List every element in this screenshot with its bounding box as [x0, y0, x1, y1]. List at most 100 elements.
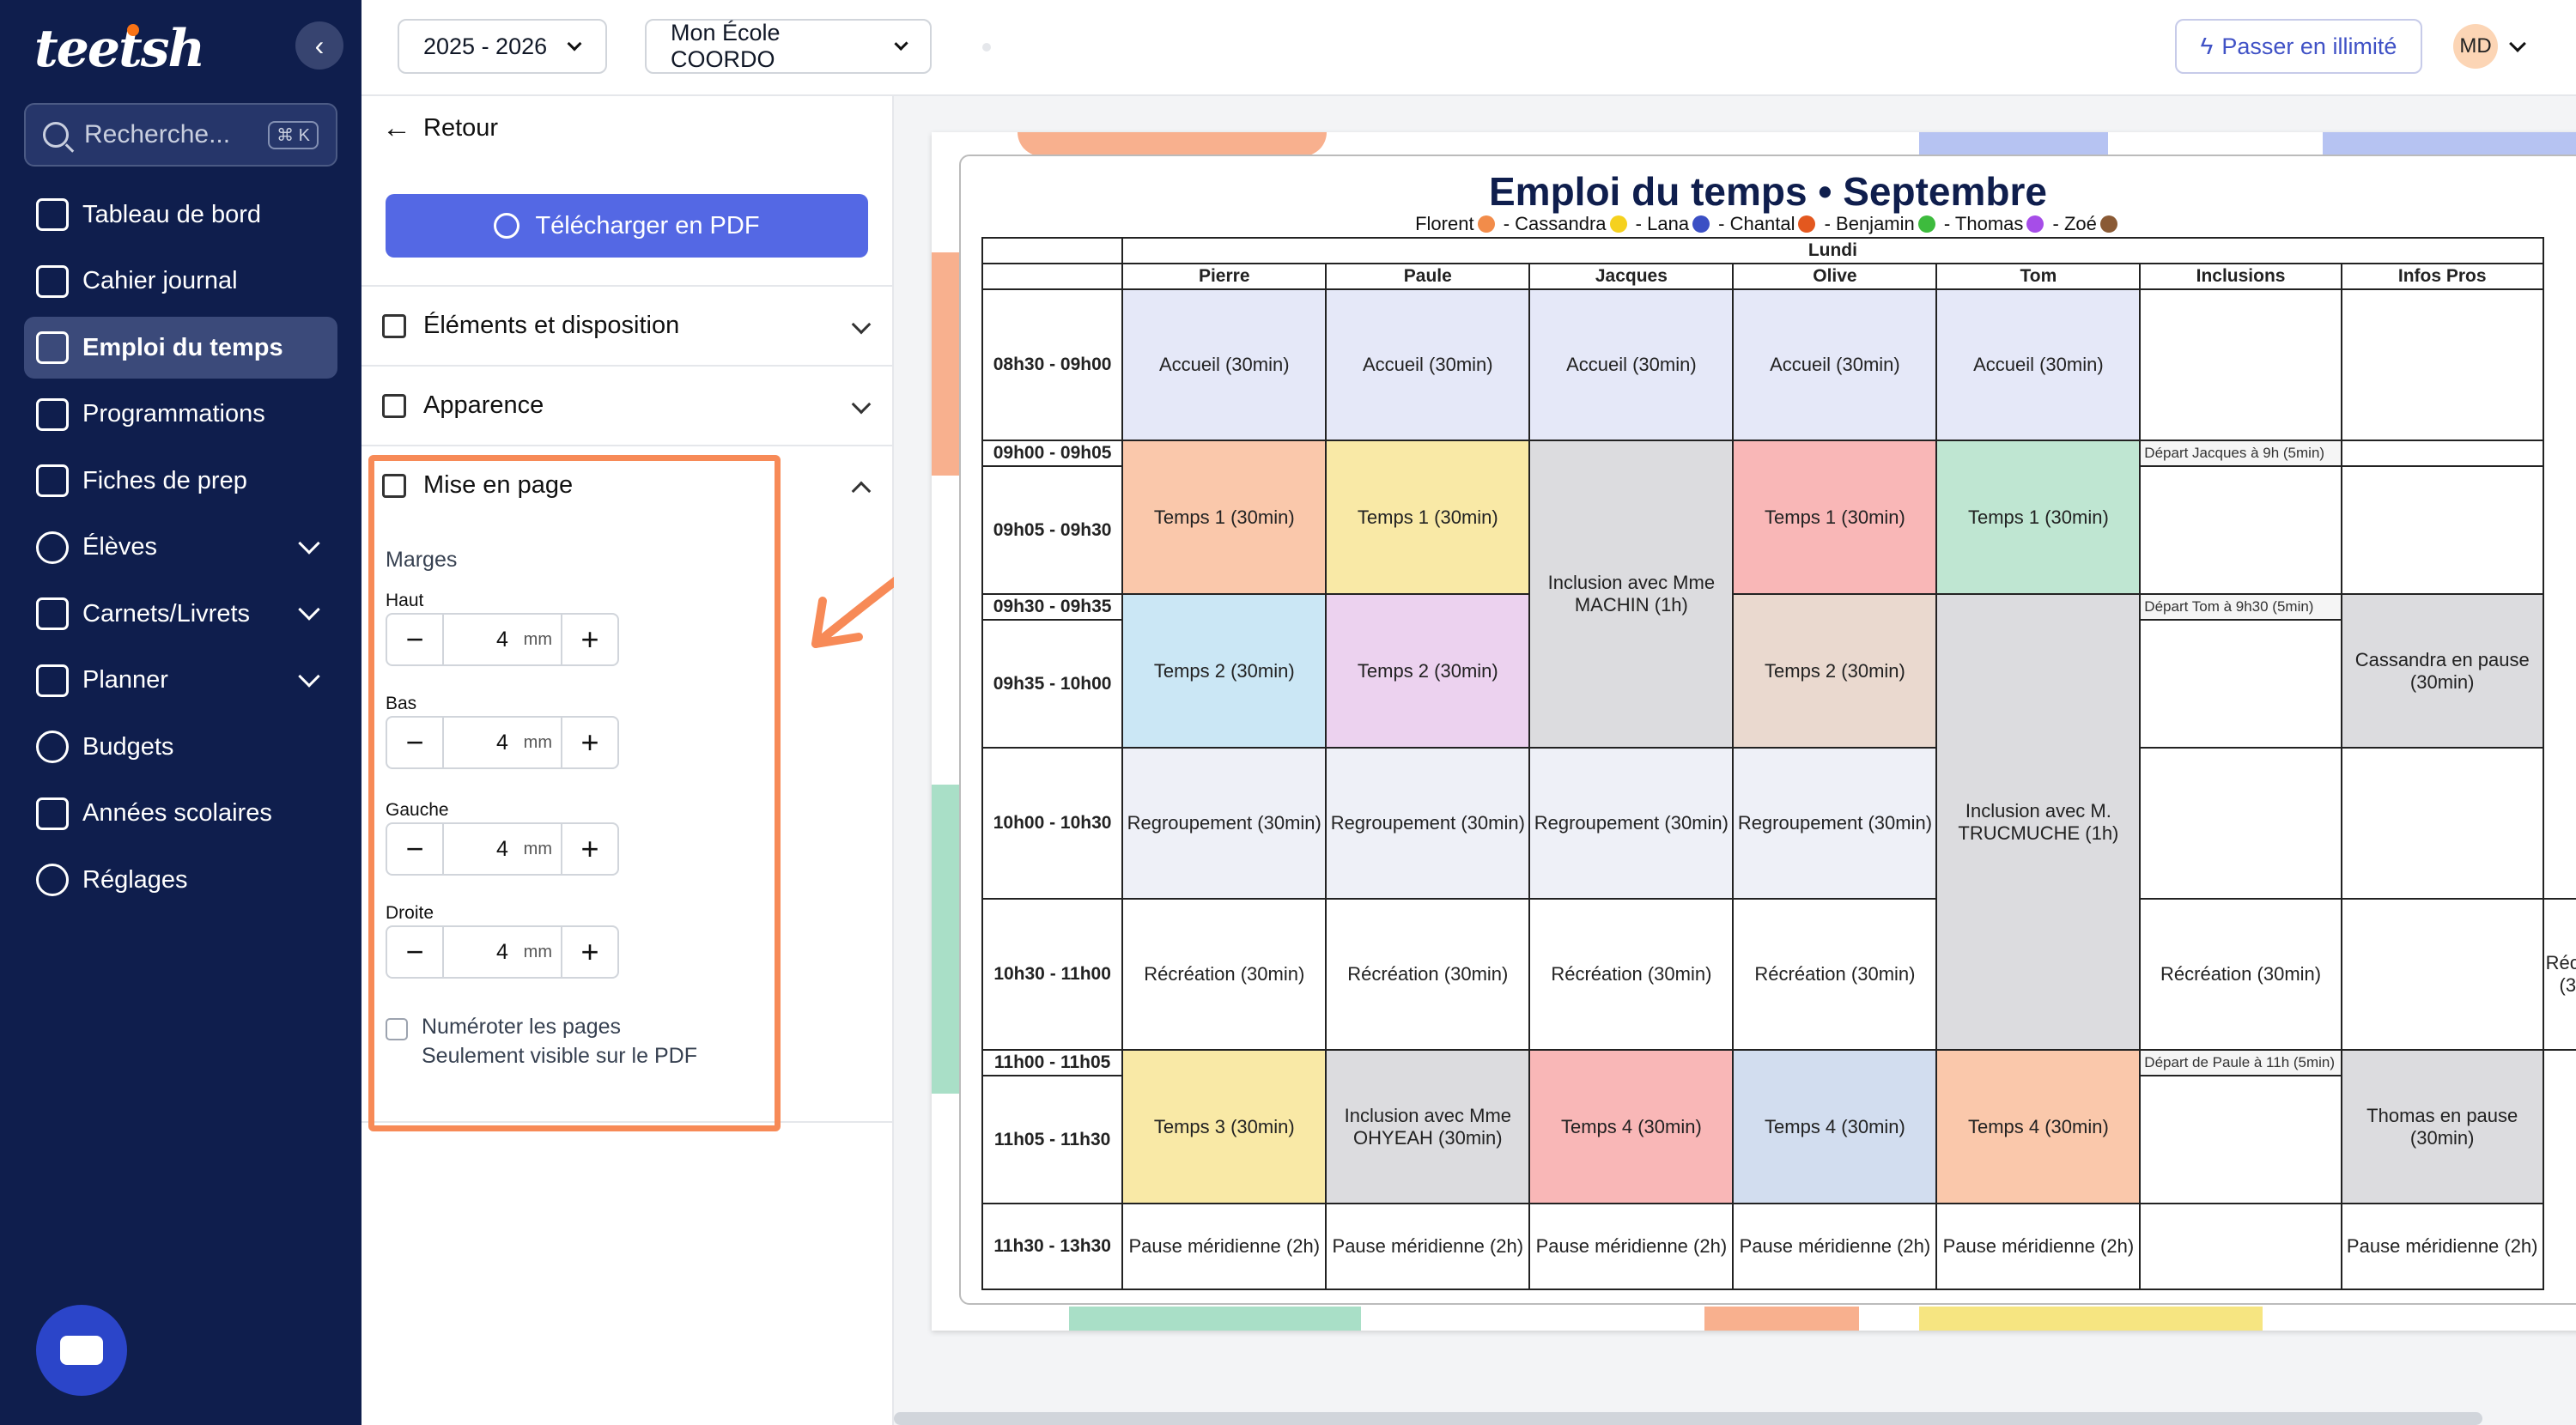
sidebar-item-planner[interactable]: Planner [24, 650, 337, 712]
sidebar-item-label: Élèves [82, 533, 158, 561]
schedule-cell[interactable] [2139, 747, 2342, 900]
schedule-cell[interactable]: Regroupement (30min) [1121, 747, 1327, 900]
schedule-cell[interactable] [2340, 288, 2544, 441]
horizontal-scrollbar[interactable] [894, 1412, 2482, 1425]
school-select[interactable]: Mon École COORDO [645, 19, 932, 74]
schedule-cell[interactable]: Récréation (30min) [2542, 898, 2576, 1051]
schedule-cell[interactable]: Pause méridienne (2h) [1325, 1203, 1531, 1290]
schedule-cell[interactable]: Inclusion avec M. TRUCMUCHE (1h) [1935, 593, 2142, 1051]
sidebar-item-label: Tableau de bord [82, 200, 261, 228]
legend-student: Cassandra [1515, 213, 1607, 234]
sidebar-item-reglages[interactable]: Réglages [24, 849, 337, 911]
schedule-cell[interactable] [2340, 898, 2544, 1051]
schedule-cell[interactable]: Temps 4 (30min) [1528, 1049, 1735, 1204]
column-header: Olive [1732, 263, 1938, 290]
chevron-down-icon [298, 598, 320, 621]
schedule-cell[interactable]: Récréation (30min) [1325, 898, 1531, 1051]
schedule-cell[interactable]: Pause méridienne (2h) [1121, 1203, 1327, 1290]
palette-icon [382, 393, 406, 418]
schedule-cell[interactable] [2139, 1075, 2342, 1204]
schedule-cell[interactable]: Temps 2 (30min) [1325, 593, 1531, 749]
teetsh-logo[interactable]: teetsh [34, 19, 205, 79]
schedule-cell[interactable] [2139, 619, 2342, 749]
lightning-icon: ϟ [2200, 33, 2214, 59]
legend-student: Benjamin [1836, 213, 1915, 234]
legend-swatch [1477, 215, 1495, 233]
download-pdf-button[interactable]: Télécharger en PDF [386, 194, 868, 258]
schedule-cell[interactable]: Temps 1 (30min) [1935, 440, 2142, 595]
time-slot: 09h35 - 10h00 [981, 619, 1124, 749]
schedule-cell[interactable]: Accueil (30min) [1732, 288, 1938, 441]
column-header: Paule [1325, 263, 1531, 290]
schedule-cell[interactable] [2139, 288, 2342, 441]
schedule-cell[interactable] [2340, 440, 2544, 467]
preview-area: Emploi du temps • Septembre Florent - Ca… [894, 96, 2576, 1425]
schedule-cell[interactable]: Inclusion avec Mme MACHIN (1h) [1528, 440, 1735, 749]
schedule-cell[interactable]: Temps 3 (30min) [1121, 1049, 1327, 1204]
arrow-left-icon: ← [382, 112, 411, 144]
schedule-cell[interactable]: Pause méridienne (2h) [1528, 1203, 1735, 1290]
avatar[interactable]: MD [2453, 24, 2498, 69]
schedule-note[interactable]: Départ de Paule à 11h (5min) [2139, 1049, 2342, 1076]
legend-student: Lana [1647, 213, 1690, 234]
chevron-down-icon[interactable] [2509, 35, 2526, 52]
schedule-cell[interactable]: Récréation (30min) [1732, 898, 1938, 1051]
search-input[interactable]: Recherche... ⌘ K [24, 103, 337, 167]
sidebar-item-annees-scolaires[interactable]: Années scolaires [24, 783, 337, 845]
year-select[interactable]: 2025 - 2026 [398, 19, 607, 74]
accordion-elements[interactable]: Éléments et disposition [361, 285, 894, 365]
schedule-cell[interactable]: Accueil (30min) [1121, 288, 1327, 441]
sidebar-item-eleves[interactable]: Élèves [24, 517, 337, 579]
schedule-note[interactable]: Départ Tom à 9h30 (5min) [2139, 593, 2342, 621]
sidebar-item-fiches-de-prep[interactable]: Fiches de prep [24, 450, 337, 512]
schedule-cell[interactable]: Temps 4 (30min) [1935, 1049, 2142, 1204]
download-icon [494, 213, 520, 239]
schedule-cell[interactable]: Accueil (30min) [1528, 288, 1735, 441]
day-header: Lundi [1121, 237, 2544, 264]
schedule-cell[interactable]: Pause méridienne (2h) [1935, 1203, 2142, 1290]
schedule-cell[interactable]: Regroupement (30min) [1325, 747, 1531, 900]
schedule-cell[interactable] [2340, 465, 2544, 595]
schedule-cell[interactable]: Temps 1 (30min) [1732, 440, 1938, 595]
sidebar-item-emploi-du-temps[interactable]: Emploi du temps [24, 317, 337, 379]
schedule-cell[interactable]: Thomas en pause (30min) [2340, 1049, 2544, 1204]
decoration-shape [932, 252, 959, 476]
schedule-cell[interactable]: Récréation (30min) [1121, 898, 1327, 1051]
schedule-cell[interactable]: Regroupement (30min) [1732, 747, 1938, 900]
decoration-shape [1919, 132, 2108, 156]
schedule-cell[interactable]: Temps 1 (30min) [1121, 440, 1327, 595]
sidebar-item-carnets-livrets[interactable]: Carnets/Livrets [24, 583, 337, 645]
chat-support-button[interactable] [36, 1305, 127, 1396]
sidebar-item-cahier-journal[interactable]: Cahier journal [24, 251, 337, 312]
schedule-cell[interactable]: Temps 2 (30min) [1121, 593, 1327, 749]
schedule-cell[interactable]: Récréation (30min) [2139, 898, 2342, 1051]
schedule-cell[interactable]: Récréation (30min) [1528, 898, 1735, 1051]
schedule-cell[interactable] [2139, 1203, 2342, 1290]
schedule-cell[interactable]: Accueil (30min) [1935, 288, 2142, 441]
schedule-cell[interactable]: Inclusion avec Mme OHYEAH (30min) [1325, 1049, 1531, 1204]
schedule-note[interactable]: Départ Jacques à 9h (5min) [2139, 440, 2342, 467]
accordion-appearance[interactable]: Apparence [361, 365, 894, 445]
sidebar-item-label: Emploi du temps [82, 333, 283, 361]
schedule-cell[interactable]: Regroupement (30min) [1528, 747, 1735, 900]
schedule-cell[interactable]: Accueil (30min) [1325, 288, 1531, 441]
sidebar-item-budgets[interactable]: Budgets [24, 716, 337, 778]
schedule-cell[interactable]: Pause méridienne (2h) [2340, 1203, 2544, 1290]
sidebar-item-tableau-de-bord[interactable]: Tableau de bord [24, 184, 337, 246]
year-select-value: 2025 - 2026 [423, 33, 548, 59]
schedule-cell[interactable] [2139, 465, 2342, 595]
back-button[interactable]: ← Retour [382, 112, 498, 145]
sidebar-item-programmations[interactable]: Programmations [24, 384, 337, 446]
legend-swatch [2099, 215, 2117, 233]
schedule-cell[interactable]: Temps 2 (30min) [1732, 593, 1938, 749]
sidebar-item-label: Programmations [82, 400, 265, 428]
schedule-cell[interactable]: Temps 4 (30min) [1732, 1049, 1938, 1204]
schedule-cell[interactable]: Cassandra en pause (30min) [2340, 593, 2544, 749]
schedule-cell[interactable]: Temps 1 (30min) [1325, 440, 1531, 595]
column-header: Infos Pros [2340, 263, 2544, 290]
upgrade-button[interactable]: ϟ Passer en illimité [2175, 19, 2422, 74]
collapse-sidebar-button[interactable]: ‹ [295, 21, 343, 70]
decoration-shape [932, 785, 959, 1094]
schedule-cell[interactable] [2340, 747, 2544, 900]
schedule-cell[interactable]: Pause méridienne (2h) [1732, 1203, 1938, 1290]
